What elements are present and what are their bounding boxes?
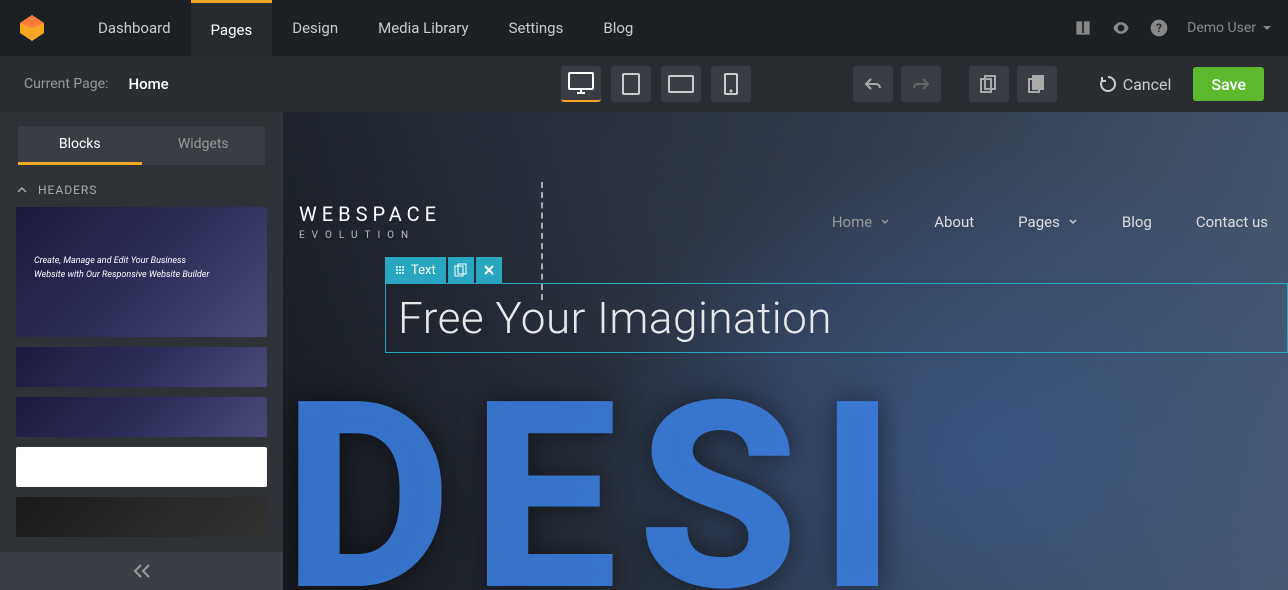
current-page-name[interactable]: Home [128,75,168,93]
site-header: WEBSPACE EVOLUTION Home About Pages Blog… [299,202,1288,241]
site-nav: Home About Pages Blog Contact us [832,213,1288,231]
chevron-down-icon [1068,217,1078,227]
text-widget-toolbar: Text [385,257,502,283]
current-page-label: Current Page: [24,76,108,92]
site-nav-contact[interactable]: Contact us [1196,213,1268,231]
undo-button[interactable] [853,66,893,102]
sidebar-collapse-button[interactable] [0,552,283,590]
save-label: Save [1211,75,1246,94]
site-brand[interactable]: WEBSPACE EVOLUTION [299,202,441,241]
revert-icon [1099,75,1117,93]
site-nav-home[interactable]: Home [832,213,890,231]
book-icon[interactable] [1073,18,1093,38]
user-name: Demo User [1187,20,1256,36]
text-edit-box[interactable]: Free Your Imagination [385,283,1288,353]
top-navigation: Dashboard Pages Design Media Library Set… [0,0,1288,56]
cancel-label: Cancel [1123,75,1172,94]
device-mobile-button[interactable] [711,66,751,102]
svg-text:?: ? [1156,21,1162,35]
nav-blog[interactable]: Blog [583,0,653,56]
device-desktop-button[interactable] [561,66,601,102]
cancel-button[interactable]: Cancel [1085,66,1186,102]
chevron-down-icon [880,217,890,227]
canvas[interactable]: WEBSPACE EVOLUTION Home About Pages Blog… [283,112,1288,590]
redo-button[interactable] [901,66,941,102]
nav-settings[interactable]: Settings [489,0,584,56]
tab-blocks[interactable]: Blocks [18,126,142,165]
help-icon[interactable]: ? [1149,18,1169,38]
brand-title: WEBSPACE [299,202,441,226]
background-text: DESI [283,346,1288,590]
page-toolbar: Current Page: Home Canc [0,56,1288,112]
duplicate-icon [454,263,468,277]
chevron-double-left-icon [131,563,153,579]
user-menu[interactable]: Demo User [1187,20,1272,36]
caret-down-icon [1262,23,1272,33]
block-thumb-5[interactable] [16,497,267,537]
nav-dashboard[interactable]: Dashboard [78,0,191,56]
close-icon [483,264,495,276]
widget-delete-button[interactable] [476,257,502,283]
block-thumbnails: Create, Manage and Edit Your Business We… [0,207,283,552]
app-logo [16,12,48,44]
widget-drag-handle[interactable]: Text [385,257,446,283]
widget-duplicate-button[interactable] [448,257,474,283]
eye-icon[interactable] [1111,18,1131,38]
block-thumb-1[interactable]: Create, Manage and Edit Your Business We… [16,207,267,337]
sidebar-tabs: Blocks Widgets [0,112,283,165]
section-headers[interactable]: HEADERS [0,165,283,207]
save-button[interactable]: Save [1193,67,1264,101]
nav-items: Dashboard Pages Design Media Library Set… [78,0,653,56]
copy-button[interactable] [969,66,1009,102]
main-area: Blocks Widgets HEADERS Create, Manage an… [0,112,1288,590]
tab-widgets[interactable]: Widgets [142,126,266,165]
nav-design[interactable]: Design [272,0,358,56]
paste-button[interactable] [1017,66,1057,102]
toolbar-actions: Cancel Save [853,66,1264,102]
site-nav-about[interactable]: About [934,213,974,231]
section-label: HEADERS [38,183,97,197]
nav-pages[interactable]: Pages [191,0,273,56]
sidebar: Blocks Widgets HEADERS Create, Manage an… [0,112,283,590]
widget-type-label: Text [411,263,436,278]
nav-media-library[interactable]: Media Library [358,0,488,56]
device-switcher [561,66,751,102]
block-thumb-4[interactable] [16,447,267,487]
device-tablet-portrait-button[interactable] [611,66,651,102]
block-thumb-3[interactable] [16,397,267,437]
site-nav-pages[interactable]: Pages [1018,213,1078,231]
device-tablet-landscape-button[interactable] [661,66,701,102]
top-right-controls: ? Demo User [1073,18,1272,38]
brand-subtitle: EVOLUTION [299,230,441,241]
collapse-icon [16,184,28,196]
site-nav-blog[interactable]: Blog [1122,213,1152,231]
heading-text[interactable]: Free Your Imagination [398,292,1275,344]
block-thumb-2[interactable] [16,347,267,387]
grip-icon [395,265,405,275]
